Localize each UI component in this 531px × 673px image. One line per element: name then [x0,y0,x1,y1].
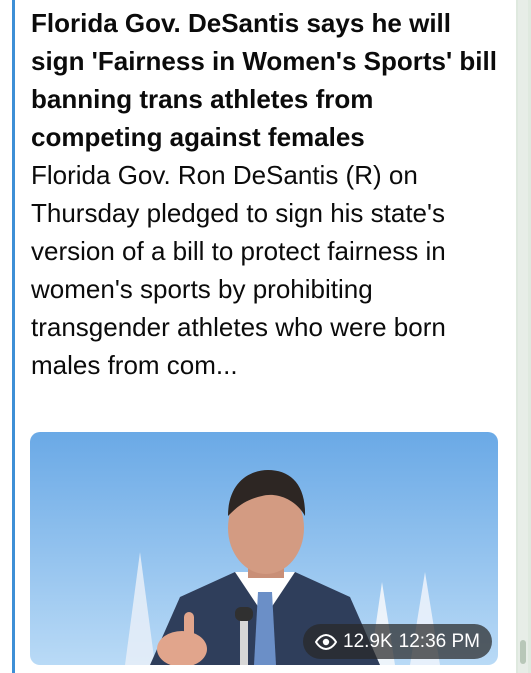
preview-description: Florida Gov. Ron DeSantis (R) on Thursda… [31,160,446,380]
message-bubble: Florida Gov. DeSantis says he will sign … [0,0,516,673]
scrollbar[interactable] [518,0,528,673]
scrollbar-thumb[interactable] [520,640,526,664]
eye-icon [315,633,338,650]
preview-image[interactable]: 12.9K 12:36 PM [30,432,498,665]
preview-title: Florida Gov. DeSantis says he will sign … [31,8,497,152]
quote-accent-bar [12,0,15,673]
message-time: 12:36 PM [398,630,480,652]
link-preview[interactable]: Florida Gov. DeSantis says he will sign … [31,4,505,384]
view-count: 12.9K [343,630,393,652]
message-meta: 12.9K 12:36 PM [303,624,492,659]
